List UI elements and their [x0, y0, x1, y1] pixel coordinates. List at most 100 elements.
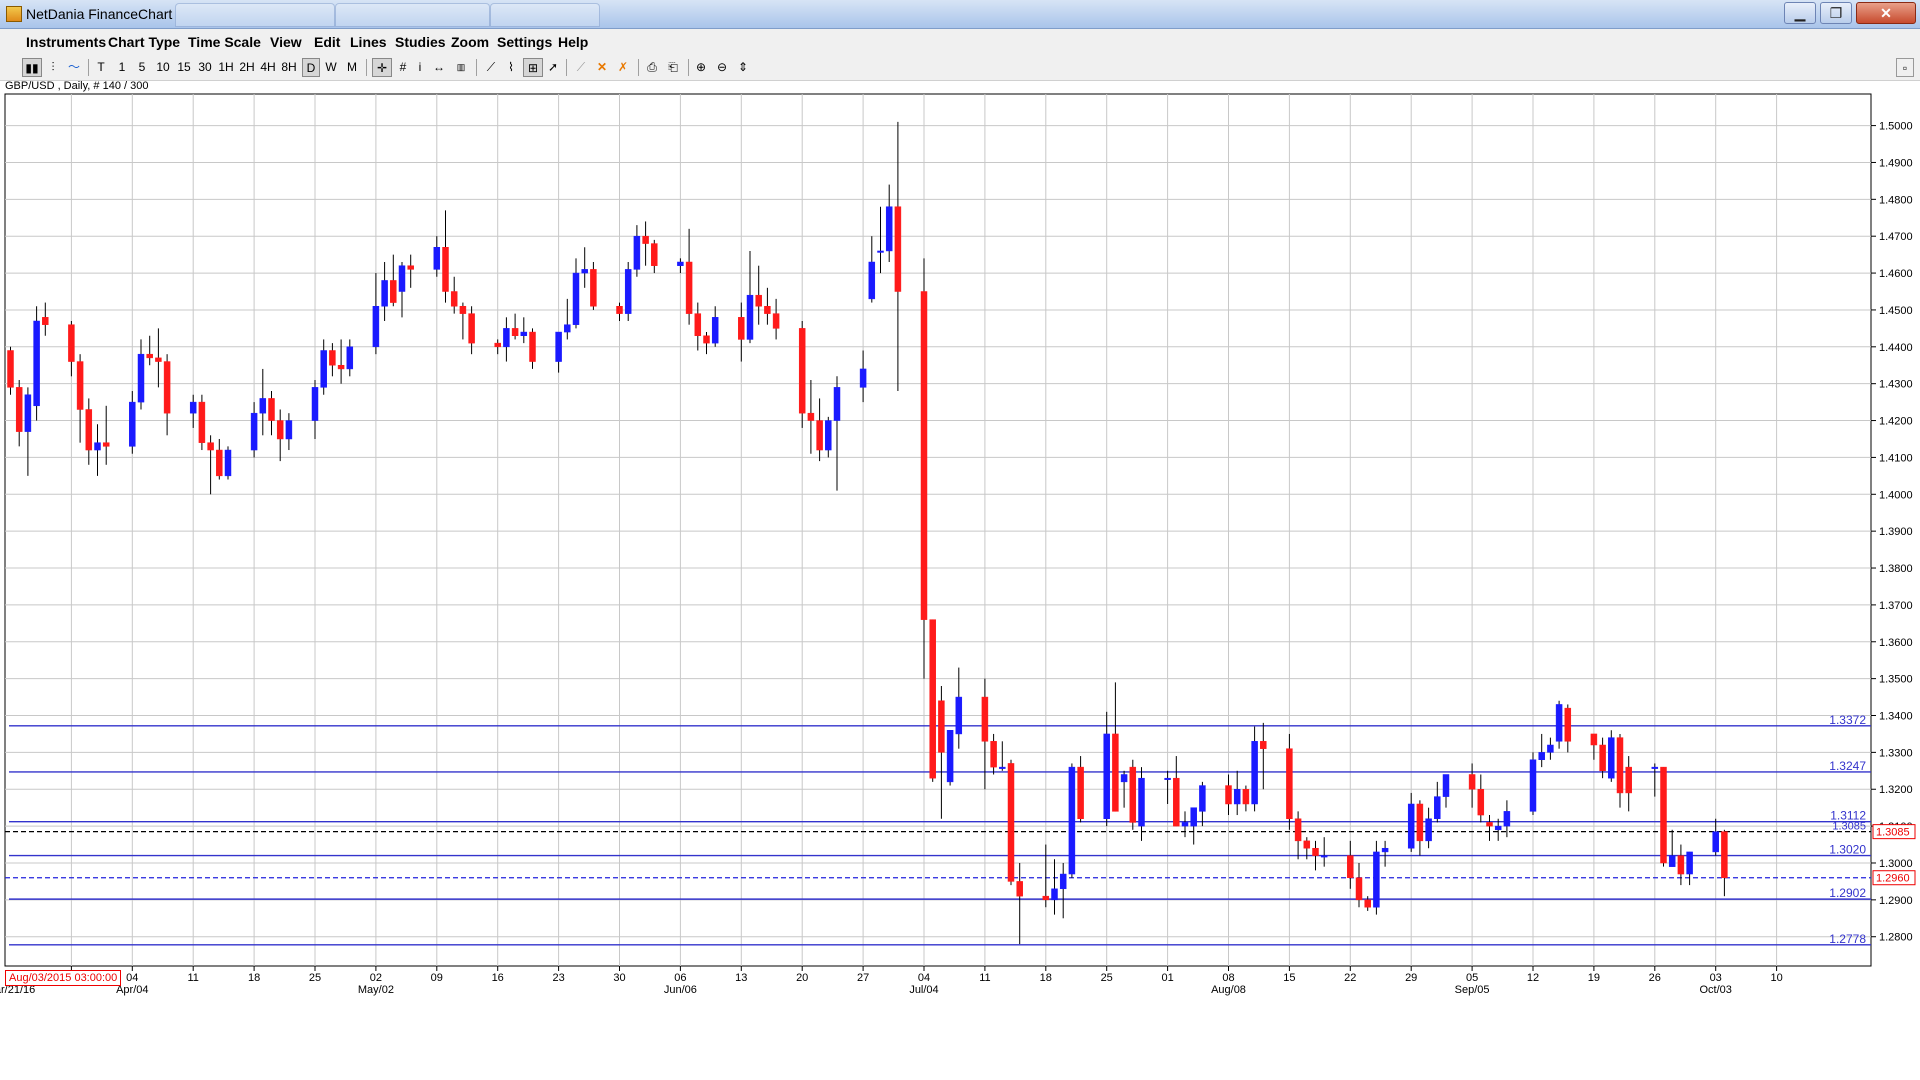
- candle-body: [76, 361, 84, 410]
- candle: [1660, 766, 1667, 867]
- timeframe-1-button[interactable]: 1: [116, 58, 128, 77]
- candle-body: [938, 700, 945, 753]
- timeframe-2H-button[interactable]: 2H: [238, 58, 256, 77]
- candle-body: [703, 335, 710, 344]
- candle-body: [511, 328, 519, 336]
- panel-toggle-icon[interactable]: ▫: [1896, 58, 1914, 77]
- menu-zoom[interactable]: Zoom: [451, 34, 489, 50]
- timeframe-5-button[interactable]: 5: [136, 58, 148, 77]
- delete-all-icon[interactable]: ✗: [614, 58, 632, 77]
- menu-view[interactable]: View: [270, 34, 302, 50]
- menu-lines[interactable]: Lines: [350, 34, 387, 50]
- close-button[interactable]: ✕: [1856, 2, 1916, 24]
- background-tab[interactable]: [490, 3, 600, 27]
- timeframe-8H-button[interactable]: 8H: [280, 58, 298, 77]
- candle-body: [337, 364, 345, 370]
- line-chart-icon[interactable]: 〜: [65, 58, 83, 77]
- timeframe-15-button[interactable]: 15: [175, 58, 193, 77]
- x-tick-label: 04: [918, 972, 930, 984]
- candle-body: [1138, 777, 1145, 827]
- x-tick-label: 25: [1101, 972, 1113, 984]
- minimize-button[interactable]: ▁: [1784, 2, 1816, 24]
- candle-body: [1564, 707, 1572, 742]
- candle-body: [1608, 737, 1615, 779]
- timeframe-1H-button[interactable]: 1H: [217, 58, 235, 77]
- menu-settings[interactable]: Settings: [497, 34, 552, 50]
- grid-icon[interactable]: #: [395, 58, 411, 77]
- print-preview-icon[interactable]: ⎗: [664, 58, 682, 77]
- timeframe-M-button[interactable]: M: [344, 58, 360, 77]
- candle-body: [1181, 822, 1189, 827]
- candle-body: [285, 420, 293, 440]
- candle-body: [816, 420, 823, 451]
- crosshair-icon[interactable]: ✛: [372, 58, 392, 77]
- y-tick-label: 1.4100: [1879, 452, 1913, 464]
- candle: [33, 306, 40, 421]
- bar-chart-icon[interactable]: ⫶: [45, 58, 61, 77]
- level-label: 1.3085: [1832, 821, 1866, 833]
- candle-body: [1042, 895, 1050, 901]
- menu-chart-type[interactable]: Chart Type: [108, 34, 180, 50]
- candle-body: [1077, 766, 1084, 819]
- x-tick-label: 12: [1527, 972, 1539, 984]
- print-icon[interactable]: ⎙: [643, 58, 661, 77]
- background-tab[interactable]: [175, 3, 335, 27]
- pointer-icon[interactable]: ➚: [546, 58, 560, 77]
- candle-body: [868, 261, 876, 300]
- x-tick-label: 09: [431, 972, 443, 984]
- timeframe-T-button[interactable]: T: [95, 58, 107, 77]
- timeframe-30-button[interactable]: 30: [196, 58, 214, 77]
- zoom-in-icon[interactable]: ⊕: [692, 58, 710, 77]
- candle-body: [1286, 748, 1293, 819]
- candle-body: [85, 409, 93, 451]
- volume-icon[interactable]: ▥: [452, 58, 470, 77]
- candle-chart-button[interactable]: ▮▮: [22, 58, 42, 77]
- timeframe-D-button[interactable]: D: [302, 58, 320, 77]
- toolbar-separator: [566, 59, 567, 76]
- candle-body: [1407, 803, 1415, 849]
- trend-line-icon[interactable]: ⟋: [482, 58, 500, 77]
- candle: [590, 262, 597, 310]
- candle-body: [711, 317, 719, 344]
- fan-lines-icon[interactable]: ⊞: [523, 58, 543, 77]
- menu-edit[interactable]: Edit: [314, 34, 340, 50]
- y-tick-label: 1.4400: [1879, 342, 1913, 354]
- candle-body: [15, 387, 23, 432]
- candle-body: [42, 317, 49, 325]
- timeframe-4H-button[interactable]: 4H: [259, 58, 277, 77]
- x-tick-label: 29: [1405, 972, 1417, 984]
- timeframe-10-button[interactable]: 10: [154, 58, 172, 77]
- maximize-button[interactable]: ❐: [1820, 2, 1852, 24]
- y-tick-label: 1.3600: [1879, 637, 1913, 649]
- fit-screen-icon[interactable]: ⇕: [734, 58, 752, 77]
- price-chart[interactable]: 1.33721.32471.31121.30201.29021.27781.30…: [0, 90, 1920, 1004]
- candle-body: [1677, 855, 1685, 875]
- delete-icon[interactable]: ✕: [594, 58, 610, 77]
- menu-time-scale[interactable]: Time Scale: [188, 34, 261, 50]
- draw-line-icon[interactable]: ⟋: [572, 58, 590, 77]
- x-month-label: Jun/06: [664, 984, 697, 996]
- timeframe-W-button[interactable]: W: [323, 58, 339, 77]
- candle: [920, 258, 928, 679]
- info-icon[interactable]: i: [414, 58, 426, 77]
- candle-body: [572, 272, 580, 325]
- plot-area: [4, 93, 1872, 967]
- candle: [224, 446, 232, 480]
- candle-body: [651, 243, 658, 266]
- menu-instruments[interactable]: Instruments: [26, 34, 106, 50]
- candle-body: [738, 317, 745, 340]
- menu-help[interactable]: Help: [558, 34, 588, 50]
- candle-body: [189, 401, 197, 414]
- candle: [1007, 759, 1015, 886]
- menu-studies[interactable]: Studies: [395, 34, 446, 50]
- zoom-out-icon[interactable]: ⊖: [713, 58, 731, 77]
- background-tab[interactable]: [335, 3, 490, 27]
- candle-body: [1233, 788, 1241, 805]
- fibonacci-icon[interactable]: ⌇: [502, 58, 520, 77]
- candle: [7, 346, 14, 395]
- candle-body: [390, 280, 397, 303]
- candle-body: [129, 401, 136, 447]
- y-tick-label: 1.3500: [1879, 674, 1913, 686]
- horizontal-scroll-icon[interactable]: ↔: [430, 58, 448, 77]
- toolbar-separator: [88, 59, 89, 76]
